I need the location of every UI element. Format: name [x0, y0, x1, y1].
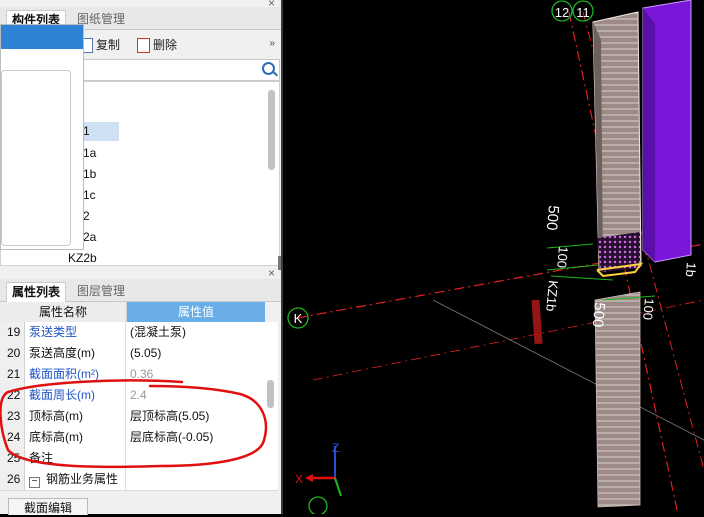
- red-annotation-circle: [0, 379, 268, 469]
- annotation-overlay: [0, 379, 268, 469]
